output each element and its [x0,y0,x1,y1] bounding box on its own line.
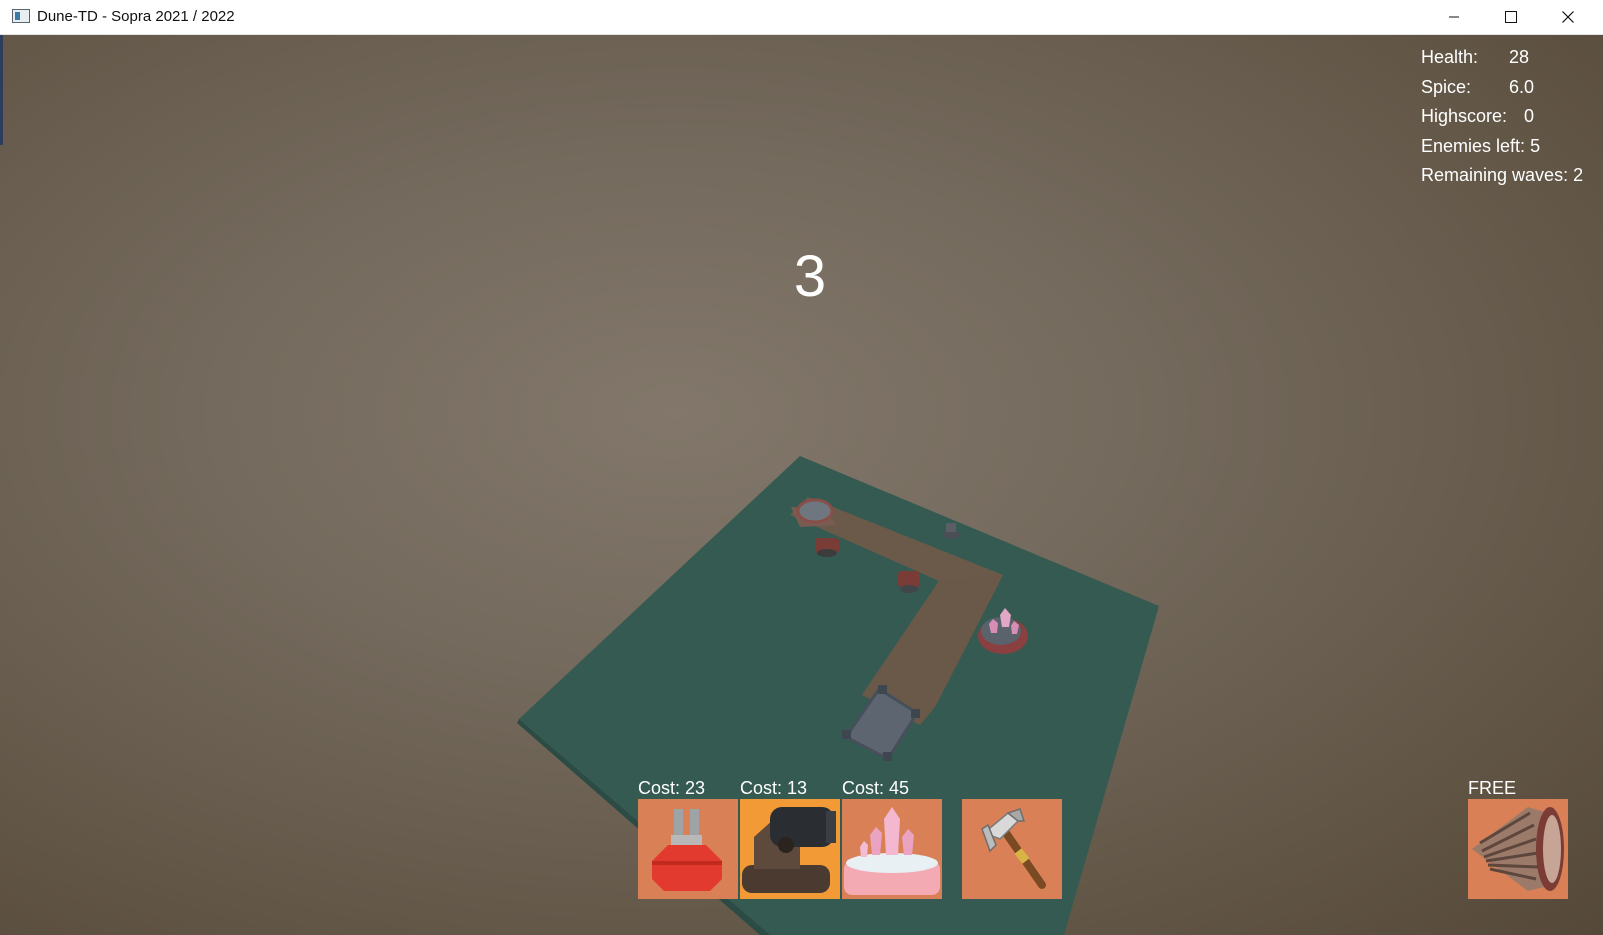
window-title: Dune-TD - Sopra 2021 / 2022 [37,8,235,25]
minimize-button[interactable] [1426,0,1482,34]
maximize-icon [1505,11,1517,23]
spice-value: 6.0 [1509,76,1535,97]
highscore-stat: Highscore: 0 [1421,102,1583,132]
remaining-waves-label: Remaining waves: [1421,165,1569,185]
cannon-tower-button[interactable] [740,799,840,899]
enemies-left-value: 5 [1530,135,1541,156]
remaining-waves-value: 2 [1573,165,1584,185]
small-tower-top [946,523,956,532]
drill-button[interactable] [1468,799,1568,899]
red-tower-cost: Cost: 23 [638,778,706,798]
red-tower-icon [652,809,722,891]
enemy-shadow [817,549,837,557]
enemy-shadow [900,585,918,593]
game-viewport[interactable]: Health: 28 Spice: 6.0 Highscore: 0 Enemies … [0,35,1603,935]
base-corner [883,752,892,761]
window-titlebar: Dune-TD - Sopra 2021 / 2022 [0,0,1603,35]
base-corner [842,730,851,739]
drill-cost: FREE [1468,778,1517,798]
maximize-button[interactable] [1483,0,1539,34]
cannon-tower-cost: Cost: 13 [740,778,808,798]
base-corner [878,685,887,694]
enemy-unit [898,571,920,587]
hammer-icon [981,808,1046,889]
enemies-left-stat: Enemies left: 5 [1421,132,1583,162]
background-window-edge [0,35,3,145]
enemies-left-label: Enemies left: [1421,135,1526,156]
stats-hud: Health: 28 Spice: 6.0 Highscore: 0 Enemies … [1421,43,1583,191]
highscore-value: 0 [1524,106,1535,126]
wave-countdown: 3 [793,244,827,309]
remaining-waves-stat: Remaining waves: 2 [1421,161,1583,191]
health-label: Health: [1421,47,1479,67]
crystal-tower-cost: Cost: 45 [842,778,910,798]
drill-icon [1472,807,1564,891]
red-tower-button[interactable] [638,799,738,899]
close-button[interactable] [1540,0,1596,34]
health-value: 28 [1509,47,1530,67]
minimize-icon [1449,16,1459,18]
app-icon [12,9,30,23]
spice-label: Spice: [1421,76,1472,97]
spice-stat: Spice: 6.0 [1421,73,1583,103]
close-icon [1562,11,1574,23]
crystal-tower-button[interactable] [842,799,942,899]
crystal-tower-icon [844,807,940,895]
cannon-tower-icon [742,807,836,893]
health-stat: Health: 28 [1421,43,1583,73]
spawn-portal [796,498,834,524]
highscore-label: Highscore: [1421,106,1508,126]
base-corner [911,709,920,718]
hammer-button[interactable] [962,799,1062,899]
